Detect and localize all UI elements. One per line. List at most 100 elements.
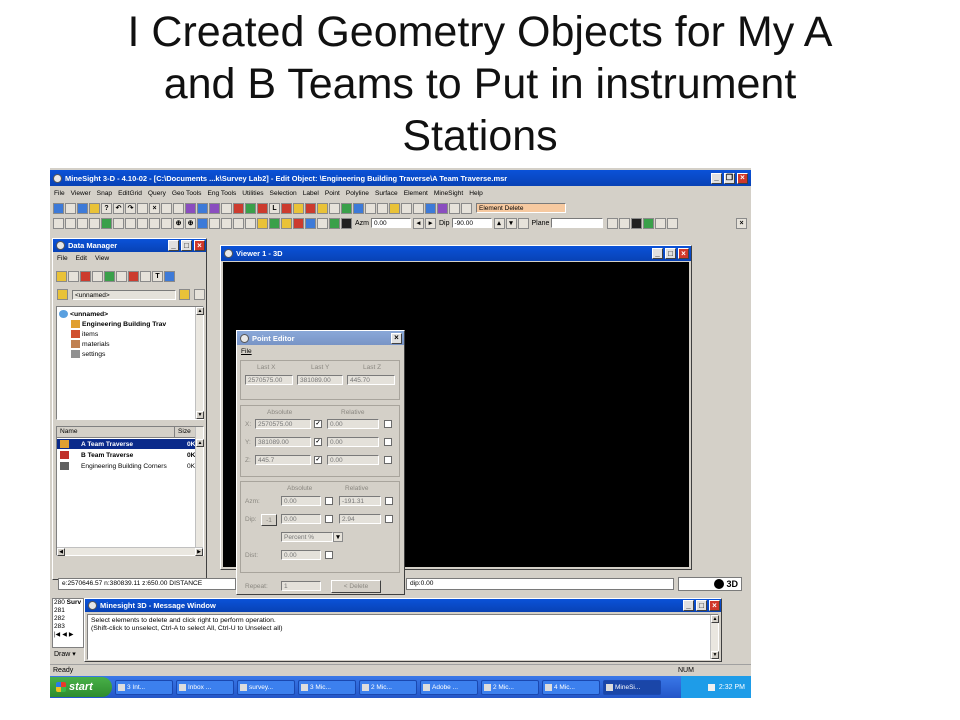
toolbar-icon[interactable]: [257, 217, 268, 229]
zoom-icon[interactable]: [89, 217, 100, 229]
zoom-icon[interactable]: [53, 217, 64, 229]
x-abs-field[interactable]: 2570575.00: [255, 419, 311, 429]
toolbar-icon[interactable]: [116, 270, 127, 282]
dip-rel-checkbox[interactable]: [385, 515, 393, 523]
dip-spin-icon[interactable]: ▾: [505, 217, 517, 229]
taskbar-item[interactable]: 2 Mic...: [481, 679, 539, 695]
repeat-field[interactable]: 1: [281, 581, 321, 591]
toolbar-icon[interactable]: [401, 202, 412, 214]
azm-spin-icon[interactable]: ▸: [425, 217, 436, 229]
toolbar-icon[interactable]: [137, 217, 148, 229]
y-rel-checkbox[interactable]: [384, 438, 392, 446]
dip-rel-field[interactable]: 2.94: [339, 514, 381, 524]
y-abs-checkbox[interactable]: ✓: [314, 438, 322, 446]
close-button[interactable]: ×: [678, 248, 689, 259]
menu-query[interactable]: Query: [148, 190, 166, 197]
dm-path-field[interactable]: <unnamed>: [72, 289, 176, 300]
save-icon[interactable]: [194, 289, 205, 300]
toolbar-icon[interactable]: [101, 217, 112, 229]
minimize-button[interactable]: _: [168, 240, 179, 251]
toolbar-icon[interactable]: [221, 217, 232, 229]
toolbar-icon[interactable]: [643, 217, 655, 229]
dm-menu-file[interactable]: File: [57, 255, 68, 262]
toolbar-icon[interactable]: [164, 270, 175, 282]
toolbar-icon[interactable]: [607, 217, 619, 229]
zoom-out-icon[interactable]: [77, 217, 88, 229]
menu-file[interactable]: File: [54, 190, 65, 197]
toolbar-icon[interactable]: [257, 202, 268, 214]
percent-select[interactable]: Percent %: [281, 532, 333, 542]
x-rel-checkbox[interactable]: [384, 420, 392, 428]
toolbar-icon[interactable]: [137, 202, 148, 214]
scroll-up-icon[interactable]: ▲: [196, 307, 204, 315]
toolbar-icon[interactable]: ⊕: [185, 217, 196, 229]
menu-polyline[interactable]: Polyline: [346, 190, 369, 197]
menu-eng-tools[interactable]: Eng Tools: [207, 190, 236, 197]
toolbar-icon[interactable]: [317, 217, 328, 229]
menu-point[interactable]: Point: [325, 190, 340, 197]
grid-icon[interactable]: [365, 202, 376, 214]
close-button[interactable]: ×: [391, 332, 402, 344]
list-item[interactable]: A Team Traverse 0K: [57, 439, 196, 449]
z-abs-field[interactable]: 445.7: [255, 455, 311, 465]
toolbar-icon[interactable]: [353, 202, 364, 214]
scroll-down-icon[interactable]: ▼: [711, 651, 719, 659]
toolbar-icon[interactable]: [245, 217, 256, 229]
taskbar-item[interactable]: 3 Mic...: [298, 679, 356, 695]
scroll-up-icon[interactable]: ▲: [196, 439, 204, 447]
minimize-button[interactable]: _: [652, 248, 663, 259]
zoom-in-icon[interactable]: [65, 217, 76, 229]
grid-icon[interactable]: [377, 202, 388, 214]
toolbar-icon[interactable]: [221, 202, 232, 214]
toolbar-icon[interactable]: [149, 217, 160, 229]
toolbar-icon[interactable]: [68, 270, 79, 282]
toolbar-icon[interactable]: [92, 270, 103, 282]
menu-editgrid[interactable]: EditGrid: [118, 190, 142, 197]
dip-spin-icon[interactable]: ▴: [493, 217, 505, 229]
toolbar-icon[interactable]: [53, 202, 64, 214]
scroll-up-icon[interactable]: ▲: [711, 615, 719, 623]
toolbar-icon[interactable]: [125, 217, 136, 229]
toolbar-icon[interactable]: [209, 217, 220, 229]
z-abs-checkbox[interactable]: ✓: [314, 456, 322, 464]
undo-icon[interactable]: ↶: [113, 202, 124, 214]
toolbar-icon[interactable]: [140, 270, 151, 282]
menu-utilities[interactable]: Utilities: [242, 190, 263, 197]
tree-scrollbar[interactable]: ▲ ▼: [195, 307, 204, 419]
menu-surface[interactable]: Surface: [375, 190, 398, 197]
close-button[interactable]: ×: [194, 240, 205, 251]
dist-field[interactable]: 0.00: [281, 550, 321, 560]
toolbar-icon[interactable]: [161, 217, 172, 229]
y-abs-field[interactable]: 381089.00: [255, 437, 311, 447]
dm-menu-view[interactable]: View: [95, 255, 109, 262]
target-icon[interactable]: ⊕: [173, 217, 184, 229]
taskbar-item[interactable]: Adobe ...: [420, 679, 478, 695]
pe-menu-file[interactable]: File: [241, 348, 252, 355]
tray-icon[interactable]: [707, 683, 715, 691]
toolbar-icon[interactable]: [341, 202, 352, 214]
tree-item-root[interactable]: <unnamed>: [59, 310, 108, 318]
toolbar-icon[interactable]: [269, 217, 280, 229]
azm-abs-field[interactable]: 0.00: [281, 496, 321, 506]
toolbar-icon[interactable]: [281, 202, 292, 214]
delete-button[interactable]: < Delete: [331, 580, 381, 593]
toolbar-icon[interactable]: [305, 217, 316, 229]
z-rel-checkbox[interactable]: [384, 456, 392, 464]
up-folder-icon[interactable]: [57, 289, 68, 300]
taskbar-item[interactable]: Inbox ...: [176, 679, 234, 695]
scroll-down-icon[interactable]: ▼: [196, 411, 204, 419]
folder-icon[interactable]: [56, 270, 67, 282]
dm-menu-edit[interactable]: Edit: [76, 255, 87, 262]
azm-rel-field[interactable]: -191.31: [339, 496, 381, 506]
toolbar-icon[interactable]: [631, 217, 643, 229]
prev-icon[interactable]: ◀: [62, 631, 67, 639]
taskbar-item[interactable]: 3 Int...: [115, 679, 173, 695]
tree-item-folder[interactable]: Engineering Building Trav: [71, 320, 166, 328]
toolbar-icon[interactable]: [104, 270, 115, 282]
toolbar-icon[interactable]: L: [269, 202, 280, 214]
toolbar-icon[interactable]: [197, 217, 208, 229]
dip-step-button[interactable]: -1: [261, 514, 277, 526]
dist-checkbox[interactable]: [325, 551, 333, 559]
toolbar-icon[interactable]: [425, 202, 436, 214]
help-icon[interactable]: ?: [101, 202, 112, 214]
